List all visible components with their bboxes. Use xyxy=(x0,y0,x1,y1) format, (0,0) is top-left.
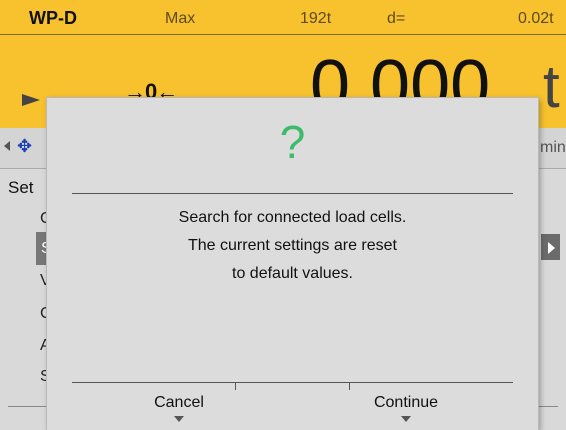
dialog-message-line: The current settings are reset xyxy=(188,237,397,254)
header-divider xyxy=(0,34,566,35)
weight-unit: t xyxy=(543,53,560,120)
dialog-message-line: to default values. xyxy=(232,265,353,282)
divider xyxy=(538,406,558,407)
button-separator xyxy=(235,382,236,390)
chevron-right-icon xyxy=(548,242,555,254)
button-separator xyxy=(349,382,350,390)
buttons-divider xyxy=(72,382,513,383)
question-mark-icon: ? xyxy=(279,116,306,168)
chevron-down-icon xyxy=(174,416,184,422)
max-label: Max xyxy=(165,10,196,27)
divider xyxy=(8,406,47,407)
menu-title: Set xyxy=(8,178,34,197)
dialog-divider xyxy=(72,193,513,194)
division-value: 0.02t xyxy=(518,10,554,27)
usb-icon: ✥ xyxy=(17,136,33,156)
division-label: d= xyxy=(387,10,406,27)
chevron-down-icon xyxy=(401,416,411,422)
confirm-dialog: ? Search for connected load cells. The c… xyxy=(47,98,538,430)
cancel-button[interactable]: Cancel xyxy=(104,394,254,412)
status-right-text: min xyxy=(540,139,566,156)
dialog-message-line: Search for connected load cells. xyxy=(178,209,407,226)
scroll-left-icon[interactable] xyxy=(4,141,10,151)
device-name: WP-D xyxy=(29,8,77,28)
motion-arrow-icon xyxy=(22,94,40,106)
max-value: 192t xyxy=(300,10,332,27)
continue-button[interactable]: Continue xyxy=(331,394,481,412)
